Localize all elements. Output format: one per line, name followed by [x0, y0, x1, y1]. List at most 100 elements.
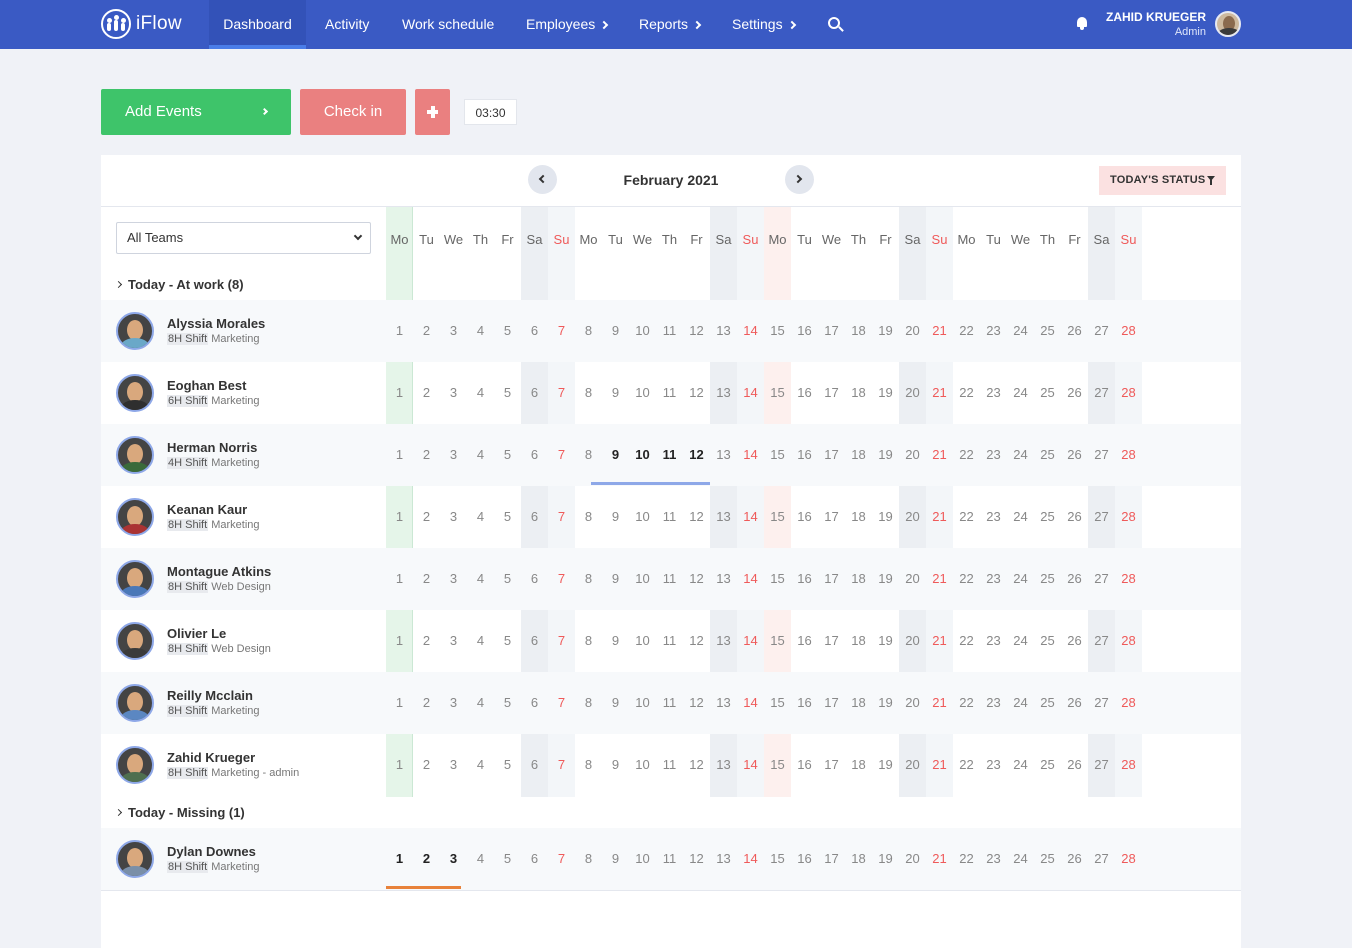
nav-settings[interactable]: Settings	[732, 0, 796, 49]
day-cell[interactable]: 18	[845, 548, 872, 610]
employee-name[interactable]: Herman Norris	[167, 440, 257, 455]
employee-name[interactable]: Zahid Krueger	[167, 750, 255, 765]
day-cell[interactable]: 12	[683, 610, 710, 672]
day-cell[interactable]: 21	[926, 300, 953, 362]
employee-name[interactable]: Keanan Kaur	[167, 502, 247, 517]
day-cell[interactable]: 4	[467, 672, 494, 734]
day-cell[interactable]: 11	[656, 424, 683, 486]
day-cell[interactable]: 18	[845, 828, 872, 890]
day-cell[interactable]: 22	[953, 672, 980, 734]
day-cell[interactable]: 23	[980, 362, 1007, 424]
day-cell[interactable]: 9	[602, 828, 629, 890]
app-logo[interactable]: iFlow	[101, 9, 182, 39]
day-cell[interactable]: 27	[1088, 548, 1115, 610]
employee-name[interactable]: Montague Atkins	[167, 564, 271, 579]
day-cell[interactable]: 25	[1034, 734, 1061, 796]
day-cell[interactable]: 24	[1007, 486, 1034, 548]
day-cell[interactable]: 9	[602, 362, 629, 424]
day-cell[interactable]: 25	[1034, 610, 1061, 672]
day-cell[interactable]: 15	[764, 672, 791, 734]
employee-row[interactable]: Alyssia Morales 8H Shift Marketing 1 2 3 4 5 6 7…	[101, 300, 1241, 362]
day-cell[interactable]: 20	[899, 362, 926, 424]
day-cell[interactable]: 20	[899, 610, 926, 672]
day-cell[interactable]: 12	[683, 672, 710, 734]
nav-dashboard[interactable]: Dashboard	[209, 0, 306, 49]
employee-row[interactable]: Olivier Le 8H Shift Web Design 1 2 3 4 5 6 7 8 9 10…	[101, 610, 1241, 672]
day-cell[interactable]: 4	[467, 734, 494, 796]
day-cell[interactable]: 20	[899, 300, 926, 362]
day-cell[interactable]: 26	[1061, 362, 1088, 424]
employee-name[interactable]: Olivier Le	[167, 626, 226, 641]
day-cell[interactable]: 17	[818, 424, 845, 486]
day-cell[interactable]: 20	[899, 486, 926, 548]
day-cell[interactable]: 9	[602, 734, 629, 796]
day-cell[interactable]: 8	[575, 424, 602, 486]
search-icon[interactable]	[828, 17, 840, 29]
day-cell[interactable]: 8	[575, 672, 602, 734]
add-events-button[interactable]: Add Events	[101, 89, 291, 135]
day-cell[interactable]: 17	[818, 362, 845, 424]
day-cell[interactable]: 11	[656, 300, 683, 362]
day-cell[interactable]: 8	[575, 300, 602, 362]
day-cell[interactable]: 28	[1115, 734, 1142, 796]
day-cell[interactable]: 28	[1115, 424, 1142, 486]
day-cell[interactable]: 22	[953, 548, 980, 610]
day-cell[interactable]: 21	[926, 424, 953, 486]
day-cell[interactable]: 8	[575, 734, 602, 796]
day-cell[interactable]: 15	[764, 300, 791, 362]
day-cell[interactable]: 6	[521, 734, 548, 796]
day-cell[interactable]: 16	[791, 734, 818, 796]
day-cell[interactable]: 6	[521, 610, 548, 672]
day-cell[interactable]: 6	[521, 300, 548, 362]
day-cell[interactable]: 25	[1034, 672, 1061, 734]
day-cell[interactable]: 17	[818, 828, 845, 890]
day-cell[interactable]: 6	[521, 362, 548, 424]
day-cell[interactable]: 2	[413, 362, 440, 424]
day-cell[interactable]: 27	[1088, 610, 1115, 672]
day-cell[interactable]: 28	[1115, 548, 1142, 610]
day-cell[interactable]: 8	[575, 610, 602, 672]
employee-avatar[interactable]	[116, 498, 154, 536]
employee-avatar[interactable]	[116, 560, 154, 598]
day-cell[interactable]: 19	[872, 828, 899, 890]
day-cell[interactable]: 3	[440, 300, 467, 362]
day-cell[interactable]: 2	[413, 424, 440, 486]
day-cell[interactable]: 21	[926, 548, 953, 610]
day-cell[interactable]: 18	[845, 362, 872, 424]
day-cell[interactable]: 24	[1007, 548, 1034, 610]
day-cell[interactable]: 8	[575, 548, 602, 610]
day-cell[interactable]: 1	[386, 424, 413, 486]
employee-avatar[interactable]	[116, 684, 154, 722]
day-cell[interactable]: 15	[764, 362, 791, 424]
day-cell[interactable]: 21	[926, 672, 953, 734]
day-cell[interactable]: 27	[1088, 672, 1115, 734]
day-cell[interactable]: 10	[629, 300, 656, 362]
day-cell[interactable]: 12	[683, 424, 710, 486]
day-cell[interactable]: 24	[1007, 672, 1034, 734]
day-cell[interactable]: 16	[791, 300, 818, 362]
nav-employees[interactable]: Employees	[526, 0, 609, 49]
day-cell[interactable]: 16	[791, 672, 818, 734]
day-cell[interactable]: 6	[521, 486, 548, 548]
todays-status-button[interactable]: TODAY'S STATUS	[1099, 166, 1226, 195]
day-cell[interactable]: 26	[1061, 610, 1088, 672]
day-cell[interactable]: 7	[548, 424, 575, 486]
next-month-button[interactable]	[785, 165, 814, 194]
day-cell[interactable]: 25	[1034, 424, 1061, 486]
day-cell[interactable]: 22	[953, 610, 980, 672]
employee-row[interactable]: Keanan Kaur 8H Shift Marketing 1 2 3 4 5 6 7 8 9 10…	[101, 486, 1241, 548]
day-cell[interactable]: 20	[899, 548, 926, 610]
day-cell[interactable]: 11	[656, 610, 683, 672]
day-cell[interactable]: 22	[953, 486, 980, 548]
day-cell[interactable]: 13	[710, 424, 737, 486]
day-cell[interactable]: 1	[386, 828, 413, 890]
day-cell[interactable]: 15	[764, 734, 791, 796]
day-cell[interactable]: 23	[980, 672, 1007, 734]
user-name[interactable]: ZAHID KRUEGER	[1106, 10, 1206, 24]
employee-avatar[interactable]	[116, 436, 154, 474]
day-cell[interactable]: 5	[494, 300, 521, 362]
day-cell[interactable]: 23	[980, 424, 1007, 486]
day-cell[interactable]: 10	[629, 548, 656, 610]
day-cell[interactable]: 26	[1061, 548, 1088, 610]
day-cell[interactable]: 26	[1061, 734, 1088, 796]
